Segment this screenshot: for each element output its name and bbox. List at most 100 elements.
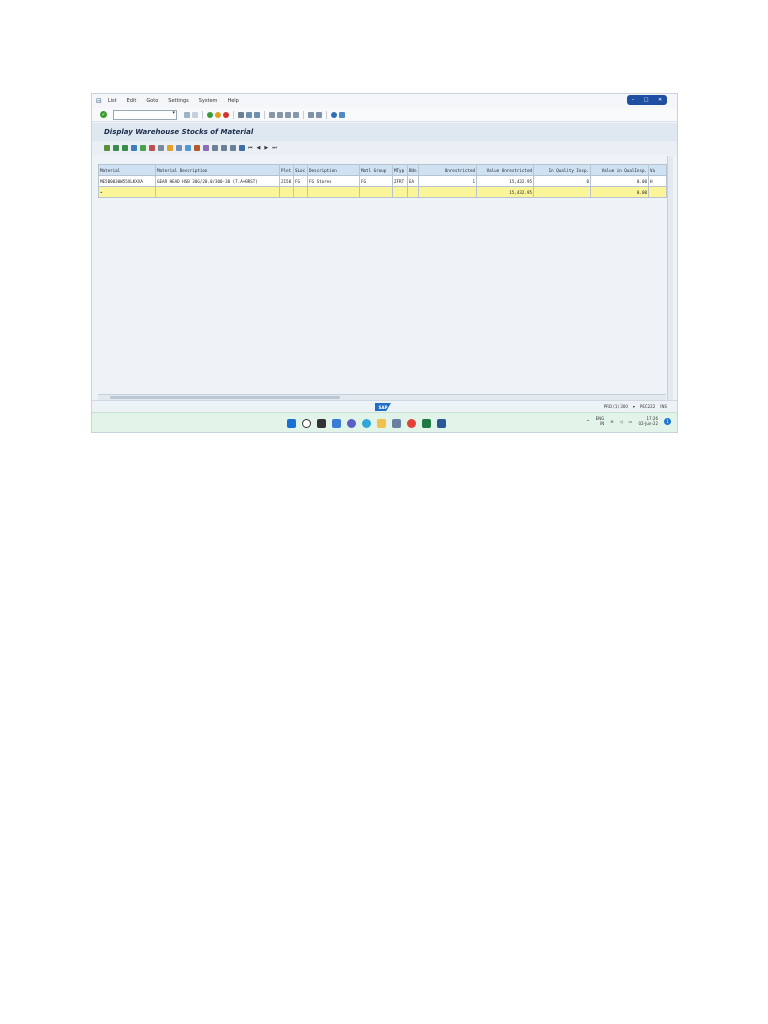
cell-base-unit[interactable]: EA [407, 175, 419, 187]
chevron-up-icon[interactable]: ^ [586, 419, 589, 424]
print-preview-icon[interactable] [157, 145, 164, 151]
spreadsheet-icon[interactable] [175, 145, 182, 151]
sap-logon-icon[interactable] [437, 419, 446, 428]
task-view-icon[interactable] [317, 419, 326, 428]
cell-material-description[interactable]: GEAR HEAD HSB 30G/20.0/300-30 (T.A+BRST) [155, 175, 280, 187]
sort-ascending-icon[interactable] [112, 145, 119, 151]
cancel-icon[interactable] [223, 111, 229, 118]
vertical-scrollbar[interactable] [667, 156, 673, 432]
cell-value-unrestricted[interactable]: 15,432.95 [476, 175, 534, 187]
col-material-group[interactable]: Matl Group [359, 164, 393, 176]
select-layout-icon[interactable] [220, 145, 227, 151]
cell-unrestricted[interactable]: 1 [418, 175, 477, 187]
excel-icon[interactable] [422, 419, 431, 428]
teams-chat-icon[interactable] [347, 419, 356, 428]
chevron-down-icon[interactable]: ▾ [633, 404, 635, 409]
wifi-icon[interactable]: ≋ [610, 419, 613, 424]
maximize-icon[interactable]: □ [644, 97, 649, 103]
first-record-icon[interactable]: ⏮ [248, 145, 253, 151]
edge-browser-icon[interactable] [362, 419, 371, 428]
next-page-icon[interactable] [285, 111, 291, 118]
table-row[interactable]: ME5B0030W55XLKXXA GEAR HEAD HSB 30G/20.0… [98, 175, 667, 187]
exit-icon[interactable] [215, 111, 221, 118]
mail-icon[interactable] [392, 419, 401, 428]
help-icon[interactable] [331, 111, 337, 118]
menu-list[interactable]: List [108, 98, 117, 104]
volume-icon[interactable]: ◁ [620, 419, 623, 424]
sort-descending-icon[interactable] [121, 145, 128, 151]
cell-in-quality-insp[interactable]: 0 [533, 175, 591, 187]
language-indicator[interactable]: ENG IN [596, 416, 605, 426]
horizontal-scroll-thumb[interactable] [110, 396, 340, 399]
col-base-unit[interactable]: BUn [407, 164, 419, 176]
word-processing-icon[interactable] [184, 145, 191, 151]
new-session-icon[interactable] [308, 111, 314, 118]
col-material[interactable]: Material [98, 164, 156, 176]
minimize-icon[interactable]: – [632, 97, 635, 103]
close-icon[interactable]: ✕ [658, 97, 662, 103]
find-icon[interactable] [246, 111, 252, 118]
previous-page-icon[interactable] [277, 111, 283, 118]
cell-storage-location[interactable]: FG [293, 175, 308, 187]
change-layout-icon[interactable] [211, 145, 218, 151]
battery-icon[interactable]: ▭ [629, 419, 633, 424]
layout-settings-icon[interactable] [339, 111, 345, 118]
cell-plant[interactable]: 2150 [279, 175, 294, 187]
col-value-unrestricted[interactable]: Value Unrestricted [476, 164, 534, 176]
green-back-icon[interactable] [207, 111, 213, 118]
export-icon[interactable] [166, 145, 173, 151]
chrome-browser-icon[interactable] [407, 419, 416, 428]
previous-record-icon[interactable]: ◀ [257, 145, 261, 151]
menu-goto[interactable]: Goto [146, 98, 158, 104]
send-icon[interactable] [202, 145, 209, 151]
print-icon[interactable] [238, 111, 244, 118]
command-field[interactable]: ▾ [113, 109, 177, 120]
notification-badge[interactable]: 1 [664, 417, 671, 425]
col-va[interactable]: Va [648, 164, 667, 176]
file-explorer-icon[interactable] [377, 419, 386, 428]
cell-description[interactable]: FG Stores [307, 175, 360, 187]
widgets-icon[interactable] [332, 419, 341, 428]
windows-start-icon[interactable] [287, 419, 296, 428]
menu-settings[interactable]: Settings [168, 98, 189, 104]
back-icon[interactable] [184, 111, 190, 118]
cell-material[interactable]: ME5B0030W55XLKXXA [98, 175, 156, 187]
cell-va[interactable]: H [648, 175, 667, 187]
next-record-icon[interactable]: ▶ [264, 145, 268, 151]
cell-value-in-qualinsp[interactable]: 0.00 [590, 175, 649, 187]
menu-edit[interactable]: Edit [127, 98, 137, 104]
system-info[interactable]: PRD (1) 300 [604, 404, 628, 409]
col-in-quality-insp[interactable]: In Quality Insp. [533, 164, 591, 176]
col-description[interactable]: Description [307, 164, 360, 176]
total-icon[interactable] [139, 145, 146, 151]
chevron-down-icon[interactable]: ▾ [172, 110, 175, 116]
save-icon[interactable] [192, 111, 198, 118]
local-file-icon[interactable] [193, 145, 200, 151]
subtotal-icon[interactable] [148, 145, 155, 151]
menu-system[interactable]: System [199, 98, 218, 104]
total-row[interactable]: • 15,432.95 0.00 [98, 186, 667, 198]
clock[interactable]: 17:26 02-Jun-22 [638, 416, 658, 426]
first-page-icon[interactable] [269, 111, 275, 118]
col-unrestricted[interactable]: Unrestricted [418, 164, 477, 176]
cell-material-type[interactable]: ZFRT [392, 175, 408, 187]
enter-check-icon[interactable]: ✓ [100, 111, 107, 118]
col-material-description[interactable]: Material Description [155, 164, 280, 176]
search-icon[interactable] [302, 419, 311, 428]
col-material-type[interactable]: MTyp [392, 164, 408, 176]
col-value-in-qualinsp[interactable]: Value in QualInsp. [590, 164, 649, 176]
information-icon[interactable] [238, 145, 245, 151]
menu-help[interactable]: Help [227, 98, 238, 104]
details-icon[interactable] [103, 145, 110, 151]
shortcut-icon[interactable] [316, 111, 322, 118]
col-storage-location[interactable]: SLoc [293, 164, 308, 176]
last-record-icon[interactable]: ⏭ [272, 145, 277, 151]
save-layout-icon[interactable] [229, 145, 236, 151]
cell-material-group[interactable]: FG [359, 175, 393, 187]
find-next-icon[interactable] [254, 111, 260, 118]
input-mode[interactable]: INS [660, 404, 667, 409]
menu-icon[interactable]: ⊟ [96, 97, 102, 105]
last-page-icon[interactable] [293, 111, 299, 118]
col-plant[interactable]: Plnt [279, 164, 294, 176]
filter-icon[interactable] [130, 145, 137, 151]
